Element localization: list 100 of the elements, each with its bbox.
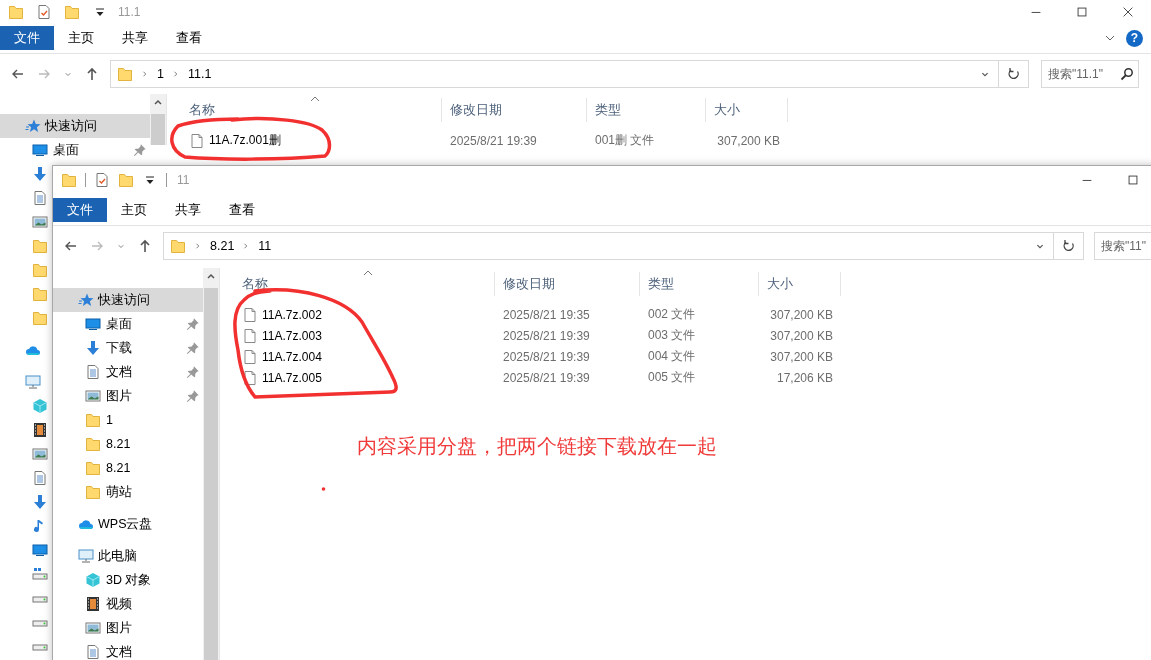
film-icon	[85, 596, 101, 612]
file-item[interactable]: 11A.7z.001删	[167, 132, 442, 149]
search-field[interactable]: 搜索"11"	[1094, 232, 1151, 260]
ribbon-tab[interactable]: 查看	[162, 26, 216, 50]
file-icon	[242, 348, 258, 365]
nav-item[interactable]: 此电脑	[53, 544, 203, 568]
folder-icon	[85, 484, 101, 500]
picture-icon	[85, 620, 101, 636]
pin-icon[interactable]	[186, 317, 200, 331]
table-cell-text: 2025/8/21 19:35	[502, 307, 591, 322]
folder-icon	[170, 238, 186, 254]
column-header[interactable]: 修改日期	[442, 98, 587, 122]
nav-item[interactable]: 桌面	[53, 312, 203, 336]
nav-item[interactable]: 8.21	[53, 432, 203, 456]
nav-item[interactable]: 桌面	[0, 138, 150, 162]
table-cell-text: 307,200 KB	[769, 328, 834, 343]
ribbon-tab[interactable]: 主页	[107, 198, 161, 222]
folder-icon[interactable]	[61, 172, 77, 188]
folder-icon[interactable]	[64, 4, 80, 20]
nav-item[interactable]: 视频	[53, 592, 203, 616]
table-cell-text: 003 文件	[647, 327, 697, 344]
window-title: 11	[177, 173, 191, 187]
folder-icon	[32, 310, 48, 326]
document-check-icon[interactable]	[94, 172, 110, 188]
refresh-button[interactable]	[1054, 232, 1084, 260]
folder-icon	[32, 262, 48, 278]
column-header[interactable]: 大小	[706, 98, 788, 122]
table-cell-text: 004 文件	[647, 348, 697, 365]
file-item[interactable]: 11A.7z.003	[220, 327, 495, 344]
refresh-button[interactable]	[999, 60, 1029, 88]
folder-icon	[32, 286, 48, 302]
table-cell-text: 001删 文件	[594, 132, 656, 149]
ribbon-tab[interactable]: 文件	[53, 198, 107, 222]
column-header[interactable]: 大小	[759, 272, 841, 296]
column-header[interactable]: 名称	[167, 98, 442, 122]
file-item[interactable]: 11A.7z.005	[220, 369, 495, 386]
scrollbar[interactable]	[150, 94, 167, 145]
nav-item[interactable]: 萌站	[53, 480, 203, 504]
ribbon-tab[interactable]: 共享	[108, 26, 162, 50]
cube-icon	[32, 398, 48, 414]
window-title: 11.1	[118, 5, 142, 19]
table-cell-text: 17,206 KB	[775, 370, 834, 385]
ribbon-tab[interactable]: 主页	[54, 26, 108, 50]
breadcrumb[interactable]: 1	[157, 67, 164, 81]
cube-icon	[85, 572, 101, 588]
folder-icon[interactable]	[118, 172, 134, 188]
pin-icon[interactable]	[133, 143, 147, 157]
folder-icon[interactable]	[8, 4, 24, 20]
file-item[interactable]: 11A.7z.002	[220, 306, 495, 323]
breadcrumb[interactable]: 11.1	[187, 67, 212, 81]
download-arrow-icon	[32, 166, 48, 182]
breadcrumb[interactable]: 8.21	[210, 239, 235, 253]
nav-item[interactable]: 快速访问	[0, 114, 150, 138]
nav-item[interactable]: 下载	[53, 336, 203, 360]
nav-item[interactable]: 图片	[53, 384, 203, 408]
folder-icon	[85, 436, 101, 452]
table-cell-text: 002 文件	[647, 306, 697, 323]
dot-mark	[321, 487, 326, 491]
file-item[interactable]: 11A.7z.004	[220, 348, 495, 365]
nav-item[interactable]: 文档	[53, 640, 203, 660]
nav-item[interactable]: 8.21	[53, 456, 203, 480]
column-header[interactable]: 修改日期	[495, 272, 640, 296]
download-arrow-icon	[32, 494, 48, 510]
computer-icon	[78, 548, 94, 564]
annotation-text: 内容采用分盘，把两个链接下载放在一起	[357, 434, 717, 459]
ribbon-tab[interactable]: 查看	[215, 198, 269, 222]
table-cell-text: 2025/8/21 19:39	[502, 328, 591, 343]
document-check-icon[interactable]	[36, 4, 52, 20]
address-bar[interactable]: 1 11.1	[110, 60, 999, 88]
file-icon	[189, 132, 205, 149]
drive-icon	[32, 566, 48, 582]
pin-icon[interactable]	[186, 365, 200, 379]
file-icon	[242, 327, 258, 344]
document-icon	[85, 364, 101, 380]
picture-icon	[85, 388, 101, 404]
nav-item[interactable]: WPS云盘	[53, 512, 203, 536]
address-bar[interactable]: 8.21 11	[163, 232, 1054, 260]
file-icon	[242, 306, 258, 323]
star-icon	[25, 118, 41, 134]
table-cell-text: 307,200 KB	[716, 133, 781, 148]
breadcrumb[interactable]: 11	[258, 239, 272, 253]
star-icon	[78, 292, 94, 308]
help-button[interactable]: ?	[1126, 29, 1143, 47]
refresh-icon	[1005, 66, 1022, 82]
ribbon-tab[interactable]: 共享	[161, 198, 215, 222]
scrollbar[interactable]	[203, 268, 220, 660]
column-header[interactable]: 名称	[220, 272, 495, 296]
nav-item[interactable]: 文档	[53, 360, 203, 384]
pin-icon[interactable]	[186, 341, 200, 355]
ribbon-tab[interactable]: 文件	[0, 26, 54, 50]
nav-item[interactable]: 3D 对象	[53, 568, 203, 592]
column-header[interactable]: 类型	[587, 98, 706, 122]
column-header[interactable]: 类型	[640, 272, 759, 296]
table-cell-text: 005 文件	[647, 369, 697, 386]
pin-icon[interactable]	[186, 389, 200, 403]
folder-icon	[85, 412, 101, 428]
nav-item[interactable]: 快速访问	[53, 288, 203, 312]
nav-item[interactable]: 1	[53, 408, 203, 432]
nav-item[interactable]: 图片	[53, 616, 203, 640]
table-cell-text: 307,200 KB	[769, 349, 834, 364]
